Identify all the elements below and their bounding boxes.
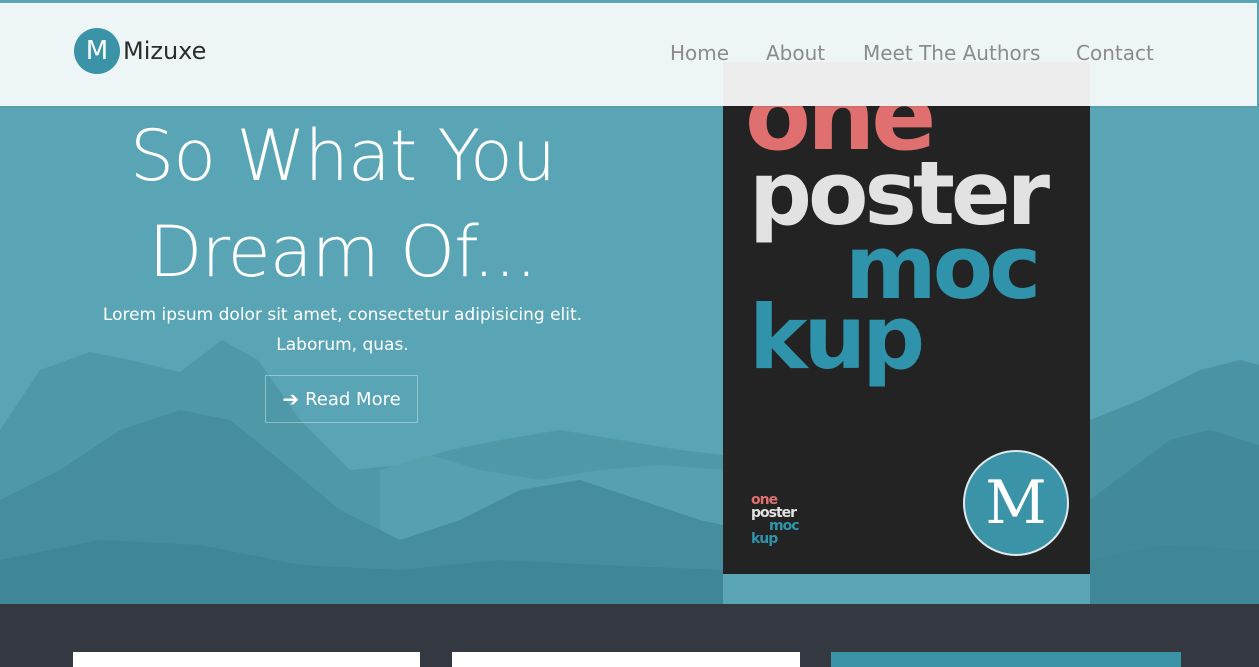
- brand-logo-icon: M: [74, 28, 120, 74]
- nav-link-about[interactable]: About: [766, 41, 825, 65]
- nav-link-home[interactable]: Home: [670, 41, 729, 65]
- arrow-right-icon: ➔: [282, 387, 300, 411]
- poster-word-kup: kup: [749, 286, 925, 389]
- nav-link-contact[interactable]: Contact: [1076, 41, 1154, 65]
- feature-card-1: [73, 652, 420, 667]
- brand-name: Mizuxe: [123, 37, 207, 65]
- read-more-label: Read More: [305, 388, 401, 410]
- poster-mockup-image: one poster moc kup one poster moc kup M: [723, 62, 1090, 574]
- feature-card-3: [831, 652, 1181, 667]
- hero-subtitle-line2: Laborum, quas.: [276, 335, 409, 355]
- hero-title-line2: Dream Of...: [148, 211, 538, 293]
- poster-badge-logo: M: [963, 450, 1069, 556]
- hero-subtitle-line1: Lorem ipsum dolor sit amet, consectetur …: [102, 305, 583, 325]
- nav-link-meet-the-authors[interactable]: Meet The Authors: [863, 41, 1040, 65]
- feature-card-2: [452, 652, 800, 667]
- poster-mini-logo: one poster moc kup: [751, 493, 800, 547]
- navbar: M Mizuxe Home About Meet The Authors Con…: [0, 3, 1257, 106]
- hero-title: So What You Dream Of...: [70, 108, 615, 300]
- read-more-button[interactable]: ➔ Read More: [265, 375, 418, 423]
- brand-link[interactable]: M Mizuxe: [74, 28, 206, 74]
- poster-mini-kup: kup: [751, 531, 778, 547]
- hero-subtitle: Lorem ipsum dolor sit amet, consectetur …: [100, 300, 585, 360]
- hero-title-line1: So What You: [129, 115, 556, 197]
